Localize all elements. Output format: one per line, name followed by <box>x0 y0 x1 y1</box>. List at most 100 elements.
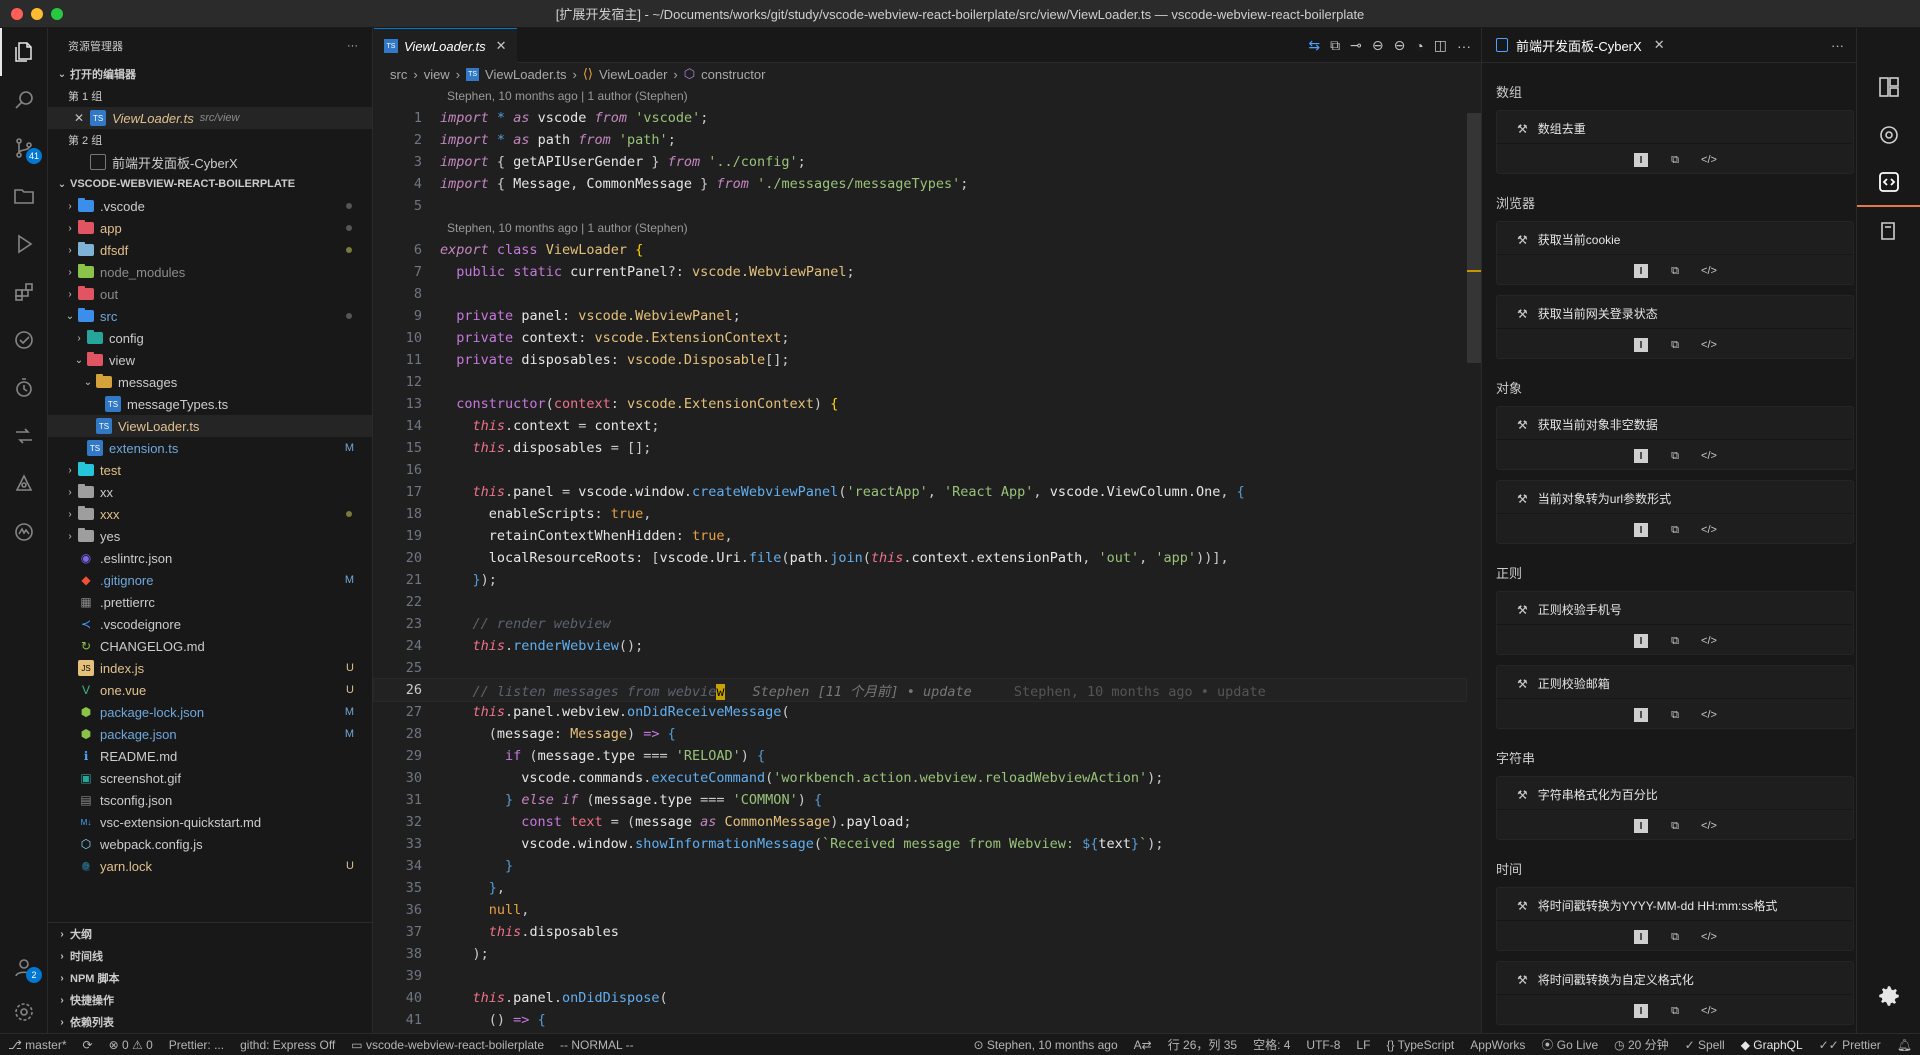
code-icon[interactable]: </> <box>1701 449 1717 463</box>
tree-file[interactable]: TS messageTypes.ts <box>48 393 372 415</box>
copy-icon[interactable]: ⧉ <box>1668 1004 1682 1018</box>
tool-card[interactable]: ⚒ 正则校验邮箱 I ⧉ </> <box>1496 665 1854 729</box>
outline-section[interactable]: › 大纲 <box>48 923 372 945</box>
branch-status[interactable]: ⎇ master* <box>0 1038 75 1052</box>
tree-folder[interactable]: › yes <box>48 525 372 547</box>
tool-card-title[interactable]: ⚒ 正则校验手机号 <box>1517 601 1622 618</box>
copy-icon[interactable]: ⧉ <box>1668 523 1682 537</box>
cursor-position[interactable]: 行 26，列 35 <box>1160 1036 1245 1053</box>
previous-change-icon[interactable]: ⊖ <box>1372 37 1384 54</box>
notifications-icon[interactable]: 🔔︎ <box>1889 1038 1920 1052</box>
prettier-status[interactable]: Prettier: ... <box>161 1038 232 1052</box>
project-section[interactable]: ⌄ VSCODE-WEBVIEW-REACT-BOILERPLATE <box>48 173 372 195</box>
dashboard-icon[interactable] <box>1857 63 1920 111</box>
info-icon[interactable]: I <box>1634 930 1648 944</box>
tool-card-title[interactable]: ⚒ 将时间戳转换为YYYY-MM-dd HH:mm:ss格式 <box>1517 897 1777 914</box>
info-icon[interactable]: I <box>1634 449 1648 463</box>
more-actions-icon[interactable]: ··· <box>1831 38 1844 53</box>
tool-card-title[interactable]: ⚒ 获取当前对象非空数据 <box>1517 416 1658 433</box>
tool-card[interactable]: ⚒ 获取当前网关登录状态 I ⧉ </> <box>1496 295 1854 359</box>
open-editor-item[interactable]: 前端开发面板-CyberX <box>48 151 372 173</box>
tree-file[interactable]: ⬢ package-lock.json M <box>48 701 372 723</box>
breadcrumb-item[interactable]: view <box>424 67 450 82</box>
info-icon[interactable]: I <box>1634 634 1648 648</box>
tree-file[interactable]: 🧶︎ yarn.lock U <box>48 855 372 877</box>
folder-status[interactable]: ▭ vscode-webview-react-boilerplate <box>343 1038 552 1052</box>
copy-icon[interactable]: ⧉ <box>1668 338 1682 352</box>
settings-gear-icon[interactable] <box>1857 972 1920 1020</box>
encoding-status[interactable]: UTF-8 <box>1298 1038 1348 1052</box>
tree-folder[interactable]: ⌄ src <box>48 305 372 327</box>
tool-card[interactable]: ⚒ 当前对象转为url参数形式 I ⧉ </> <box>1496 480 1854 544</box>
book-icon[interactable] <box>1857 207 1920 255</box>
appworks-icon[interactable] <box>0 508 48 556</box>
close-icon[interactable]: ✕ <box>74 111 84 125</box>
explorer-icon[interactable] <box>0 28 48 76</box>
code-icon[interactable]: </> <box>1701 930 1717 944</box>
codelens[interactable]: Stephen, 10 months ago | 1 author (Steph… <box>374 217 1466 239</box>
time-status[interactable]: ◷ 20 分钟 <box>1606 1036 1677 1053</box>
tree-folder[interactable]: › out <box>48 283 372 305</box>
copy-icon[interactable]: ⧉ <box>1668 708 1682 722</box>
tool-card-title[interactable]: ⚒ 获取当前网关登录状态 <box>1517 305 1658 322</box>
aperture-icon[interactable] <box>1857 111 1920 159</box>
breadcrumb-item[interactable]: ViewLoader.ts <box>485 67 566 82</box>
close-window-button[interactable] <box>11 8 23 20</box>
info-icon[interactable]: I <box>1634 153 1648 167</box>
tree-folder[interactable]: › dfsdf <box>48 239 372 261</box>
open-editor-item[interactable]: ✕ TS ViewLoader.ts src/view <box>48 107 372 129</box>
tree-file[interactable]: TS ViewLoader.ts <box>48 415 372 437</box>
scroll-thumb[interactable] <box>1467 113 1481 363</box>
tree-file[interactable]: JS index.js U <box>48 657 372 679</box>
git-commit-icon[interactable]: ⊸ <box>1350 37 1362 54</box>
code-icon[interactable]: </> <box>1701 153 1717 167</box>
tree-file[interactable]: M↓ vsc-extension-quickstart.md <box>48 811 372 833</box>
tool-card[interactable]: ⚒ 数组去重 I ⧉ </> <box>1496 110 1854 174</box>
tree-folder[interactable]: ⌄ view <box>48 349 372 371</box>
breadcrumb-item[interactable]: constructor <box>701 67 765 82</box>
tree-file[interactable]: ◉ .eslintrc.json <box>48 547 372 569</box>
graphql-status[interactable]: ◆ GraphQL <box>1733 1038 1811 1052</box>
tree-folder[interactable]: › node_modules <box>48 261 372 283</box>
dependencies-section[interactable]: › 依赖列表 <box>48 1011 372 1033</box>
prettier-check-status[interactable]: ✓✓ Prettier <box>1811 1038 1889 1052</box>
copy-icon[interactable]: ⧉ <box>1668 930 1682 944</box>
code-icon[interactable]: </> <box>1701 264 1717 278</box>
tool-card-title[interactable]: ⚒ 获取当前cookie <box>1517 231 1620 248</box>
tree-file[interactable]: ⬢ package.json M <box>48 723 372 745</box>
tree-folder[interactable]: › .vscode <box>48 195 372 217</box>
copy-icon[interactable]: ⧉ <box>1668 819 1682 833</box>
more-actions-icon[interactable]: ··· <box>1457 38 1471 54</box>
tree-folder[interactable]: ⌄ messages <box>48 371 372 393</box>
remote-icon[interactable] <box>0 412 48 460</box>
open-changes-icon[interactable]: ⧉ <box>1330 37 1340 54</box>
tool-card[interactable]: ⚒ 获取当前对象非空数据 I ⧉ </> <box>1496 406 1854 470</box>
blame-status[interactable]: ⊙ Stephen, 10 months ago <box>965 1038 1125 1052</box>
git-compare-icon[interactable]: ⇆ <box>1308 37 1320 54</box>
tool-card-title[interactable]: ⚒ 将时间戳转换为自定义格式化 <box>1517 971 1694 988</box>
account-icon[interactable]: 2 <box>0 943 48 991</box>
tool-card[interactable]: ⚒ 字符串格式化为百分比 I ⧉ </> <box>1496 776 1854 840</box>
language-status[interactable]: {} TypeScript <box>1378 1038 1462 1052</box>
npm-scripts-section[interactable]: › NPM 脚本 <box>48 967 372 989</box>
translate-icon[interactable]: A⇄ <box>1126 1038 1160 1052</box>
maximize-window-button[interactable] <box>51 8 63 20</box>
code-icon[interactable]: </> <box>1701 634 1717 648</box>
tab-cyberx[interactable]: 前端开发面板-CyberX <box>1516 36 1642 55</box>
code-editor[interactable]: Stephen, 10 months ago | 1 author (Steph… <box>373 85 1467 1033</box>
timeline-icon[interactable] <box>0 364 48 412</box>
tree-file[interactable]: ▤ tsconfig.json <box>48 789 372 811</box>
code-icon[interactable]: </> <box>1701 338 1717 352</box>
open-editors-section[interactable]: ⌄ 打开的编辑器 <box>48 63 372 85</box>
tree-folder[interactable]: › xxx <box>48 503 372 525</box>
tree-file[interactable]: ▦ .prettierrc <box>48 591 372 613</box>
code-icon[interactable]: </> <box>1701 708 1717 722</box>
eol-status[interactable]: LF <box>1348 1038 1378 1052</box>
split-editor-icon[interactable]: ◫ <box>1434 37 1447 54</box>
code-tools-icon[interactable] <box>1857 159 1920 207</box>
tree-file[interactable]: ↻ CHANGELOG.md <box>48 635 372 657</box>
editor-scrollbar[interactable] <box>1467 85 1481 1033</box>
info-icon[interactable]: I <box>1634 1004 1648 1018</box>
folder-icon[interactable] <box>0 172 48 220</box>
tool-card-title[interactable]: ⚒ 正则校验邮箱 <box>1517 675 1610 692</box>
